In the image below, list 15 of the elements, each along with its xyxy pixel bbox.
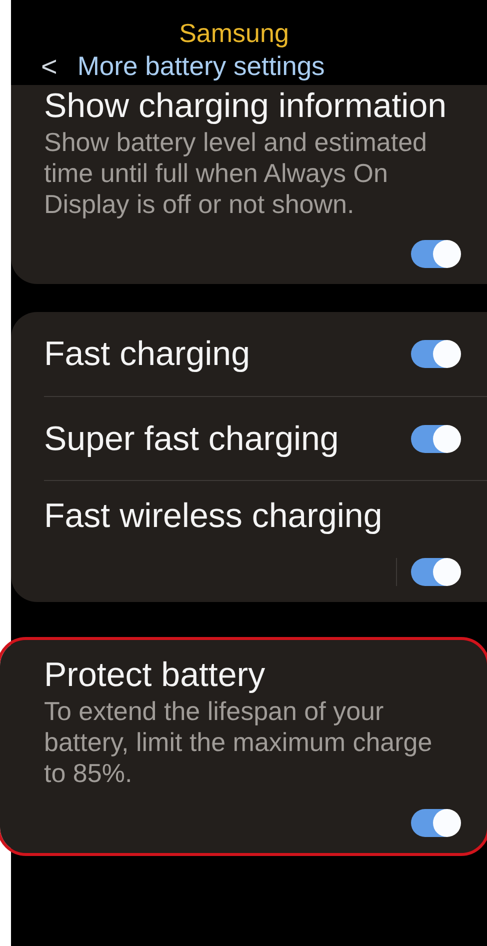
setting-title: Super fast charging [44,418,339,460]
setting-description: To extend the lifespan of your battery, limit the maximum charge to 85%. [44,696,434,790]
toggle-switch[interactable] [411,424,459,453]
setting-title: Fast charging [44,334,250,376]
back-button[interactable]: < [41,53,58,82]
setting-title: Fast wireless charging [44,496,384,538]
brand-label: Samsung [179,18,289,50]
toggle-switch[interactable] [411,340,459,368]
setting-title: Show charging information [44,86,448,127]
toggle-switch[interactable] [411,809,459,838]
toggle-switch[interactable] [411,240,459,268]
toggle-switch[interactable] [411,558,459,586]
setting-title: Protect battery [44,654,266,696]
setting-description: Show battery level and estimated time until full when Always On Display is off or not shown. [44,127,428,220]
page-title: More battery settings [77,51,325,83]
